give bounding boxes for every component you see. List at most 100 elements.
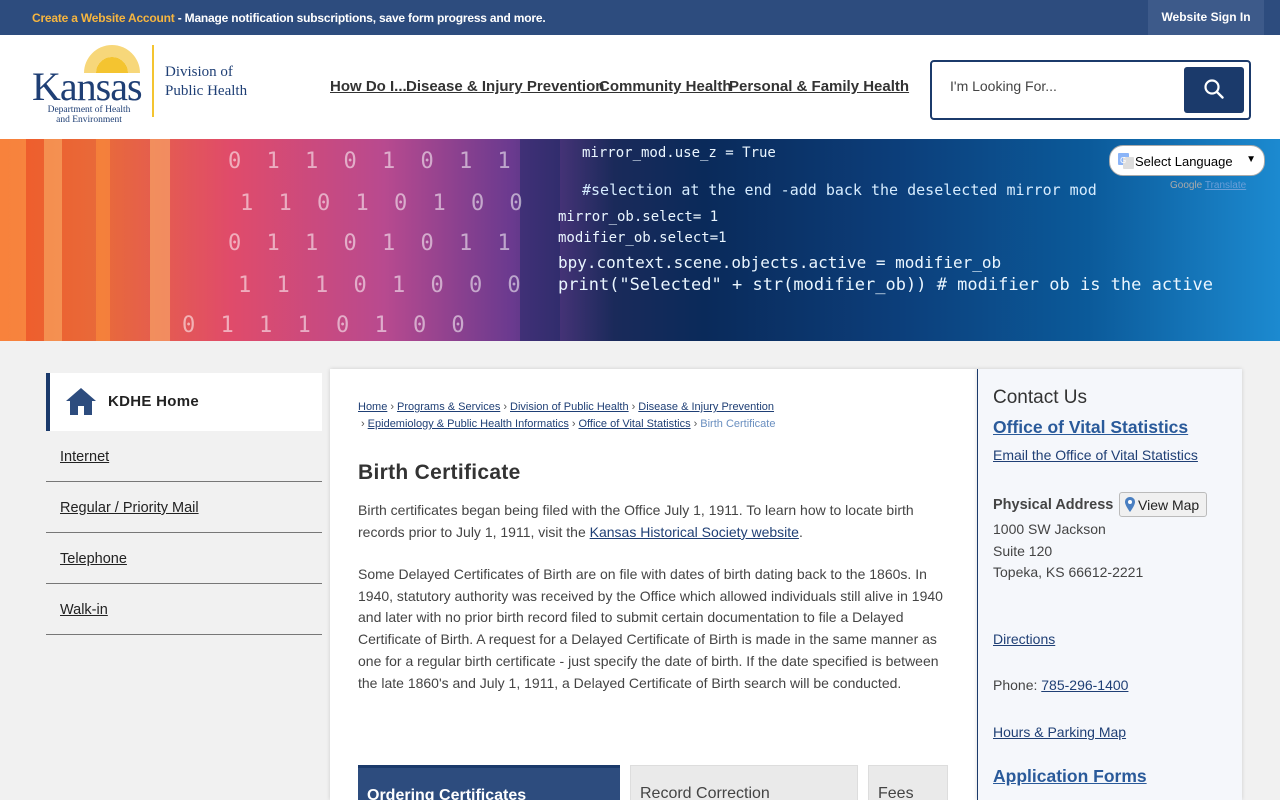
address-line: Topeka, KS 66612-2221 xyxy=(993,564,1144,580)
nav-personal-family-health[interactable]: Personal & Family Health xyxy=(729,78,909,95)
sidebar-item-label: Internet xyxy=(60,449,110,465)
account-message-text: - Manage notification subscriptions, sav… xyxy=(174,11,546,25)
svg-text:G: G xyxy=(1120,156,1126,165)
logo-subline: Department of Health and Environment xyxy=(46,105,132,125)
banner-digits: 0 1 1 1 0 1 0 0 xyxy=(182,313,471,338)
banner-code-line: print("Selected" + str(modifier_ob)) # m… xyxy=(558,275,1214,295)
office-vital-statistics-link[interactable]: Office of Vital Statistics xyxy=(993,417,1188,438)
sidebar-item-regular-priority-mail[interactable]: Regular / Priority Mail xyxy=(46,482,322,533)
banner-code-line: bpy.context.scene.objects.active = modif… xyxy=(558,253,1002,272)
physical-address-label: Physical Address xyxy=(993,497,1114,513)
logo-subline-2: and Environment xyxy=(56,115,122,125)
site-search xyxy=(930,60,1251,120)
contact-panel: Contact Us Office of Vital Statistics Em… xyxy=(977,369,1242,800)
division-line-1: Division of xyxy=(165,64,233,80)
breadcrumb-home[interactable]: Home xyxy=(358,401,387,413)
nav-how-do-i-label: How Do I... xyxy=(330,78,407,95)
banner-code-line: modifier_ob.select=1 xyxy=(558,230,727,246)
banner-code-line: #selection at the end -add back the dese… xyxy=(582,181,1097,199)
breadcrumb-office-vital-statistics[interactable]: Office of Vital Statistics xyxy=(579,418,691,430)
delayed-certificate-paragraph: Some Delayed Certificates of Birth are o… xyxy=(358,566,943,691)
directions-link[interactable]: Directions xyxy=(993,631,1055,647)
intro-text-end: . xyxy=(798,523,803,540)
breadcrumb-disease-injury-prevention[interactable]: Disease & Injury Prevention xyxy=(638,401,774,413)
sidebar-item-walk-in[interactable]: Walk-in xyxy=(46,584,322,635)
nav-community-health[interactable]: Community Health xyxy=(599,78,732,95)
address-line: Suite 120 xyxy=(993,542,1053,559)
sidebar-item-label: Telephone xyxy=(60,551,127,567)
phone-number-link[interactable]: 785-296-1400 xyxy=(1041,677,1128,693)
application-forms-link[interactable]: Application Forms xyxy=(993,766,1147,787)
main-content: Home › Programs & Services › Division of Pub… xyxy=(330,369,977,800)
division-name: Division of Public Health xyxy=(165,63,247,101)
website-sign-in-button[interactable]: Website Sign In xyxy=(1148,0,1264,35)
tab-record-correction[interactable]: Record Correction xyxy=(630,765,858,800)
banner-code-line: mirror_mod.use_z = True xyxy=(582,145,776,161)
view-map-button[interactable]: View Map xyxy=(1119,492,1207,517)
breadcrumb-separator: › xyxy=(503,401,507,413)
sidebar-home-label: KDHE Home xyxy=(108,393,200,410)
breadcrumb-programs-services[interactable]: Programs & Services xyxy=(397,401,500,413)
nav-how-do-i[interactable]: How Do I... xyxy=(330,78,407,95)
banner-stripe xyxy=(96,139,110,341)
contact-heading: Contact Us xyxy=(993,387,1087,408)
google-label: Google xyxy=(1170,180,1203,191)
intro-paragraph: Birth certificates began being filed wit… xyxy=(358,500,950,543)
tab-label: Fees xyxy=(878,785,914,800)
breadcrumb-current: Birth Certificate xyxy=(700,418,776,430)
kdhe-logo[interactable]: Kansas Department of Health and Environm… xyxy=(32,43,262,125)
map-pin-icon xyxy=(1125,497,1135,512)
search-input[interactable] xyxy=(950,78,1170,94)
create-account-link[interactable]: Create a Website Account xyxy=(32,11,175,25)
logo-wordmark: Kansas xyxy=(32,64,143,109)
logo-subline-1: Department of Health xyxy=(47,105,131,115)
search-button[interactable] xyxy=(1184,67,1244,113)
site-header: Kansas Department of Health and Environm… xyxy=(0,35,1280,139)
banner-digits: 0 1 1 0 1 0 1 1 xyxy=(228,231,517,256)
tab-label: Record Correction xyxy=(640,785,770,800)
utility-bar: Create a Website Account - Manage notifi… xyxy=(0,0,1280,35)
banner-stripe xyxy=(150,139,170,341)
sidebar-home-link[interactable]: KDHE Home xyxy=(46,373,322,431)
breadcrumb-separator: › xyxy=(571,418,576,430)
home-icon xyxy=(66,388,96,415)
account-message: Create a Website Account - Manage notifi… xyxy=(32,11,546,25)
breadcrumb-separator: › xyxy=(361,418,365,430)
banner-code-line: mirror_ob.select= 1 xyxy=(558,209,719,225)
banner-stripe xyxy=(0,139,26,341)
page-title: Birth Certificate xyxy=(358,461,521,484)
nav-disease-injury-prevention[interactable]: Disease & Injury Prevention xyxy=(406,78,604,95)
breadcrumb: Home › Programs & Services › Division of Pub… xyxy=(358,399,958,433)
translate-link[interactable]: Translate xyxy=(1205,180,1246,191)
language-select[interactable]: G Select Language ▼ xyxy=(1109,145,1265,176)
banner-digits: 0 1 1 0 1 0 1 1 xyxy=(228,149,517,174)
google-translate-icon: G xyxy=(1118,153,1134,169)
tab-label: Ordering Certificates xyxy=(367,787,527,800)
address-line: 1000 SW Jackson xyxy=(993,521,1106,537)
physical-address: 1000 SW Jackson Suite 120 Topeka, KS 666… xyxy=(993,519,1143,584)
hero-banner: 0 1 1 0 1 0 1 1 1 1 0 1 0 1 0 0 0 1 1 0 … xyxy=(0,139,1280,341)
breadcrumb-separator: › xyxy=(693,418,698,430)
breadcrumb-epidemiology[interactable]: Epidemiology & Public Health Informatics xyxy=(368,418,569,430)
sidebar-item-label: Regular / Priority Mail xyxy=(60,500,199,516)
banner-digits: 1 1 1 0 1 0 0 0 xyxy=(238,273,527,298)
kansas-historical-society-link[interactable]: Kansas Historical Society website xyxy=(590,524,799,540)
tab-ordering-certificates[interactable]: Ordering Certificates xyxy=(358,765,620,800)
tab-fees[interactable]: Fees xyxy=(868,765,948,800)
breadcrumb-division-public-health[interactable]: Division of Public Health xyxy=(510,401,629,413)
sidebar-item-telephone[interactable]: Telephone xyxy=(46,533,322,584)
phone-label: Phone: xyxy=(993,677,1042,693)
sidebar-item-label: Walk-in xyxy=(60,602,108,618)
division-line-2: Public Health xyxy=(165,83,248,99)
search-icon xyxy=(1204,79,1224,99)
breadcrumb-separator: › xyxy=(390,401,395,413)
email-office-link[interactable]: Email the Office of Vital Statistics xyxy=(993,447,1198,463)
banner-digits: 1 1 0 1 0 1 0 0 xyxy=(240,191,529,216)
hours-parking-map-link[interactable]: Hours & Parking Map xyxy=(993,724,1126,740)
chevron-down-icon: ▼ xyxy=(1246,154,1256,165)
sidebar-item-internet[interactable]: Internet xyxy=(46,431,322,482)
banner-stripe xyxy=(44,139,62,341)
language-select-label: Select Language xyxy=(1135,154,1233,169)
breadcrumb-separator: › xyxy=(631,401,636,413)
sidebar: KDHE Home Internet Regular / Priority Ma… xyxy=(46,373,322,635)
